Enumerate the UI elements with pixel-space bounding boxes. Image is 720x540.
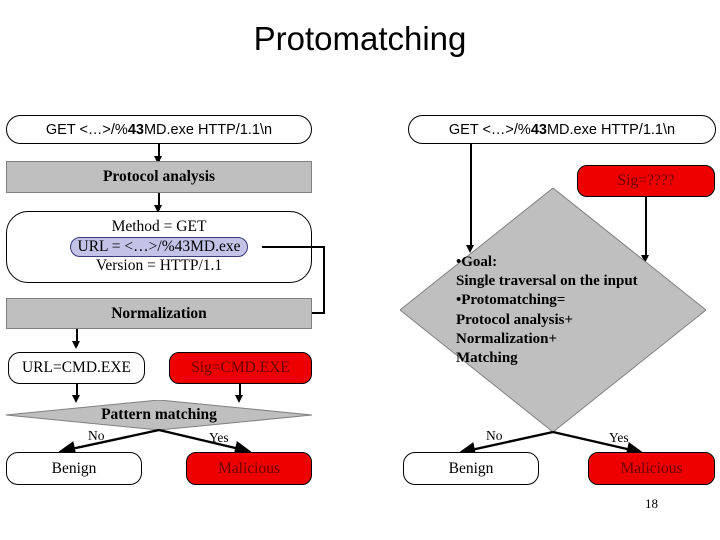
right-packet-bold: 43 bbox=[530, 121, 547, 138]
right-packet-box: GET <…>/% 43 MD.exe HTTP/1.1\n bbox=[408, 115, 716, 144]
slide-canvas: Protomatching GET <…>/% 43 MD.exe HTTP/1.1… bbox=[0, 0, 720, 540]
connector-url-right bbox=[262, 246, 325, 248]
right-packet-suffix: MD.exe HTTP/1.1\n bbox=[546, 121, 676, 138]
left-packet-bold: 43 bbox=[127, 121, 144, 138]
parsed-method: Method = GET bbox=[111, 217, 207, 235]
left-verdict-malicious: Malicious bbox=[186, 452, 312, 485]
page-title: Protomatching bbox=[253, 20, 467, 57]
left-branch-label-yes: Yes bbox=[209, 430, 229, 445]
right-packet-prefix: GET <…>/% bbox=[448, 121, 531, 138]
right-verdict-benign: Benign bbox=[403, 452, 539, 485]
slide-number: 18 bbox=[645, 496, 658, 511]
arrow-normalization-to-url bbox=[72, 341, 80, 349]
protocol-analysis-box: Protocol analysis bbox=[6, 161, 312, 193]
left-verdict-benign: Benign bbox=[6, 452, 142, 485]
right-branch-label-no: No bbox=[486, 428, 503, 443]
left-packet-prefix: GET <…>/% bbox=[45, 121, 128, 138]
right-verdict-malicious: Malicious bbox=[588, 452, 715, 485]
normalized-url-box: URL=CMD.EXE bbox=[8, 352, 145, 384]
left-packet-suffix: MD.exe HTTP/1.1\n bbox=[143, 121, 273, 138]
left-packet-box: GET <…>/% 43 MD.exe HTTP/1.1\n bbox=[6, 115, 312, 144]
signature-cmd-box: Sig=CMD.EXE bbox=[169, 352, 312, 384]
normalization-box: Normalization bbox=[6, 298, 312, 329]
parsed-url-highlight: URL = <…>/%43MD.exe bbox=[69, 236, 249, 258]
left-branch-label-no: No bbox=[88, 428, 105, 443]
protomatching-summary-text: •Goal: Single traversal on the input •Pr… bbox=[456, 254, 638, 366]
parsed-version: Version = HTTP/1.1 bbox=[95, 257, 223, 275]
right-branch-label-yes: Yes bbox=[609, 430, 629, 445]
connector-url-down bbox=[323, 246, 325, 313]
